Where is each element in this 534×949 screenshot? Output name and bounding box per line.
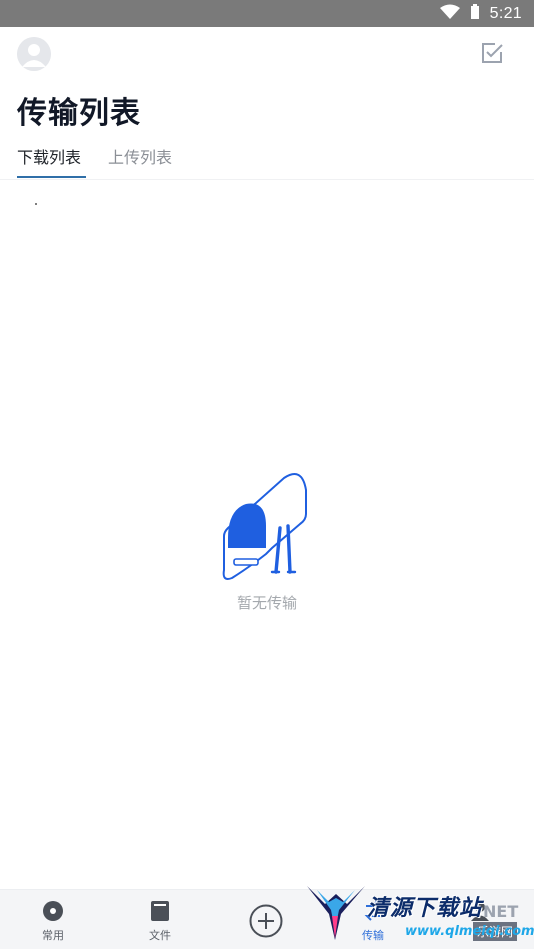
watermark-title: 清源下载站 <box>367 896 483 921</box>
tab-download-list[interactable]: 下载列表 <box>17 144 81 178</box>
empty-state: 暂无传输 <box>0 470 534 613</box>
empty-state-text: 暂无传输 <box>236 594 297 612</box>
nav-label-files: 文件 <box>149 929 171 942</box>
nav-item-common[interactable]: 常用 <box>13 890 93 949</box>
nav-item-files[interactable]: 文件 <box>120 890 200 949</box>
empty-transfer-illustration <box>222 473 307 580</box>
tab-upload-list[interactable]: 上传列表 <box>108 144 172 178</box>
wifi-icon <box>439 4 460 24</box>
add-button[interactable] <box>226 890 306 949</box>
file-icon <box>151 901 169 921</box>
checkbox-icon[interactable] <box>480 41 504 65</box>
battery-icon <box>470 3 480 24</box>
disc-icon <box>43 901 63 921</box>
watermark-net: NET <box>483 902 519 921</box>
page-title: 传输列表 <box>17 96 141 131</box>
watermark-logo-icon <box>307 886 365 940</box>
user-avatar-icon[interactable] <box>17 37 51 71</box>
active-tab-indicator <box>17 176 86 178</box>
status-bar: 5:21 <box>0 0 534 27</box>
watermark-domain: www.qlmeiqi.com <box>405 924 534 939</box>
status-time: 5:21 <box>489 4 522 22</box>
stray-dot <box>35 203 37 205</box>
add-circle-icon <box>249 904 283 938</box>
transfer-tabs: 下载列表 上传列表 <box>0 138 534 180</box>
nav-label-common: 常用 <box>42 929 64 942</box>
watermark: 清源下载站 NET 乐游网 www.qlmeiqi.com <box>305 878 534 949</box>
